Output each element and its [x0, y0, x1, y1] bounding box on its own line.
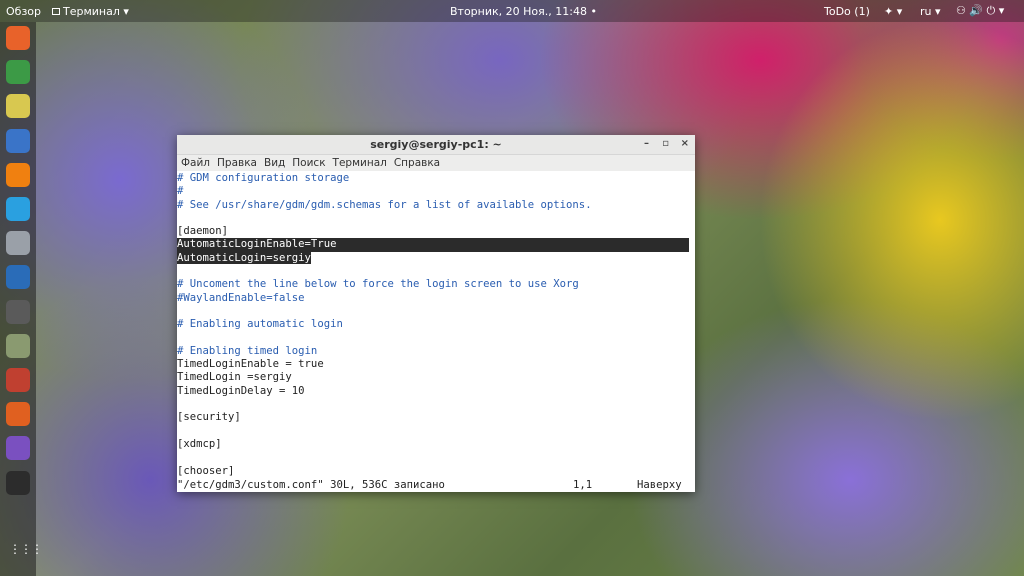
terminal-line: # Enabling automatic login	[177, 318, 695, 331]
downloader-launcher-icon[interactable]	[6, 368, 30, 392]
terminal-line: # See /usr/share/gdm/gdm.schemas for a l…	[177, 199, 695, 212]
menu-item[interactable]: Файл	[181, 157, 210, 169]
top-bar: Обзор Терминал ▾ Вторник, 20 Ноя., 11:48…	[0, 0, 1024, 22]
line-text: TimedLogin =sergiy	[177, 371, 292, 384]
app-menu-label: Терминал ▾	[63, 4, 129, 18]
minimize-button[interactable]: –	[644, 138, 649, 149]
clock[interactable]: Вторник, 20 Ноя., 11:48 •	[450, 5, 597, 18]
menu-item[interactable]: Терминал	[333, 157, 387, 169]
line-text: [chooser]	[177, 464, 235, 477]
sound-launcher-icon[interactable]	[6, 94, 30, 119]
status-file: "/etc/gdm3/custom.conf" 30L, 536C записа…	[177, 478, 445, 491]
system-menu[interactable]: ⚇ 🔊 ⏻ ▾	[956, 4, 1004, 18]
terminal-line: [daemon]	[177, 225, 695, 238]
close-button[interactable]: ×	[681, 138, 689, 149]
app-menu[interactable]: Терминал ▾	[52, 5, 129, 18]
line-text: # Enabling automatic login	[177, 318, 343, 331]
terminal-line: #	[177, 185, 695, 198]
line-text: [security]	[177, 411, 241, 424]
terminal-line: AutomaticLoginEnable=True	[177, 238, 689, 252]
chrome-launcher-icon[interactable]	[6, 60, 30, 85]
viber-launcher-icon[interactable]	[6, 436, 30, 461]
line-text: # GDM configuration storage	[177, 172, 350, 184]
line-text: AutomaticLogin=sergiy	[177, 251, 311, 264]
terminal-line: AutomaticLogin=sergiy	[177, 251, 695, 265]
line-text: [daemon]	[177, 225, 229, 238]
dock: ⋮⋮⋮	[0, 22, 43, 576]
tools-launcher-icon[interactable]	[6, 231, 30, 256]
terminal-window: sergiy@sergiy-pc1: ~ – ▫ × Файл Правка Вид…	[177, 135, 695, 492]
software-launcher-icon[interactable]	[6, 402, 30, 427]
menu-bar: Файл Правка Вид Поиск Терминал Справка	[177, 155, 695, 171]
vlc-launcher-icon[interactable]	[6, 162, 30, 187]
line-text: TimedLoginDelay = 10	[177, 384, 305, 397]
maximize-button[interactable]: ▫	[662, 138, 669, 149]
terminal-line: [chooser]	[177, 465, 695, 478]
vim-status-line: "/etc/gdm3/custom.conf" 30L, 536C записа…	[177, 478, 695, 492]
todo-indicator[interactable]: ToDo (1)	[824, 5, 870, 18]
thunderbird-launcher-icon[interactable]	[6, 265, 30, 290]
terminal-content[interactable]: # GDM configuration storage # # See /usr/s…	[177, 171, 695, 478]
accessibility-menu[interactable]: ✦ ▾	[884, 5, 902, 18]
activities-button[interactable]: Обзор	[6, 5, 41, 18]
terminal-line: # Enabling timed login	[177, 345, 695, 358]
firefox-launcher-icon[interactable]	[6, 26, 30, 50]
menu-item[interactable]: Справка	[394, 157, 440, 169]
status-scroll: Наверху	[637, 478, 682, 491]
line-text: #WaylandEnable=false	[177, 291, 305, 304]
line-text: # Uncoment the line below to force the l…	[177, 278, 579, 291]
line-text: # Enabling timed login	[177, 344, 318, 357]
show-apps-icon[interactable]: ⋮⋮⋮	[9, 543, 43, 555]
calculator-launcher-icon[interactable]	[6, 299, 30, 324]
status-position: 1,1	[573, 478, 593, 491]
terminal-line: # GDM configuration storage	[177, 172, 695, 185]
terminal-launcher-icon[interactable]	[6, 470, 30, 495]
line-text: #	[177, 185, 184, 198]
window-title: sergiy@sergiy-pc1: ~	[370, 138, 502, 151]
title-bar[interactable]: sergiy@sergiy-pc1: ~ – ▫ ×	[177, 135, 695, 155]
terminal-icon	[52, 7, 60, 15]
terminal-line: TimedLogin =sergiy	[177, 371, 695, 384]
menu-item[interactable]: Поиск	[292, 157, 325, 169]
menu-item[interactable]: Правка	[217, 157, 257, 169]
terminal-line: # Uncoment the line below to force the l…	[177, 278, 695, 291]
menu-item[interactable]: Вид	[264, 157, 285, 169]
line-text: [xdmcp]	[177, 437, 222, 450]
terminal-line: TimedLoginDelay = 10	[177, 385, 695, 398]
notes-launcher-icon[interactable]	[6, 128, 30, 153]
terminal-line: #WaylandEnable=false	[177, 292, 695, 305]
language-menu[interactable]: ru ▾	[920, 5, 941, 18]
line-text: TimedLoginEnable = true	[177, 358, 324, 371]
line-text: AutomaticLoginEnable=True	[177, 238, 337, 251]
terminal-line: [security]	[177, 411, 695, 424]
files-launcher-icon[interactable]	[6, 333, 30, 358]
terminal-line: TimedLoginEnable = true	[177, 358, 695, 371]
terminal-line: [xdmcp]	[177, 438, 695, 451]
line-text: # See /usr/share/gdm/gdm.schemas for a l…	[177, 198, 592, 211]
skype-launcher-icon[interactable]	[6, 197, 30, 221]
